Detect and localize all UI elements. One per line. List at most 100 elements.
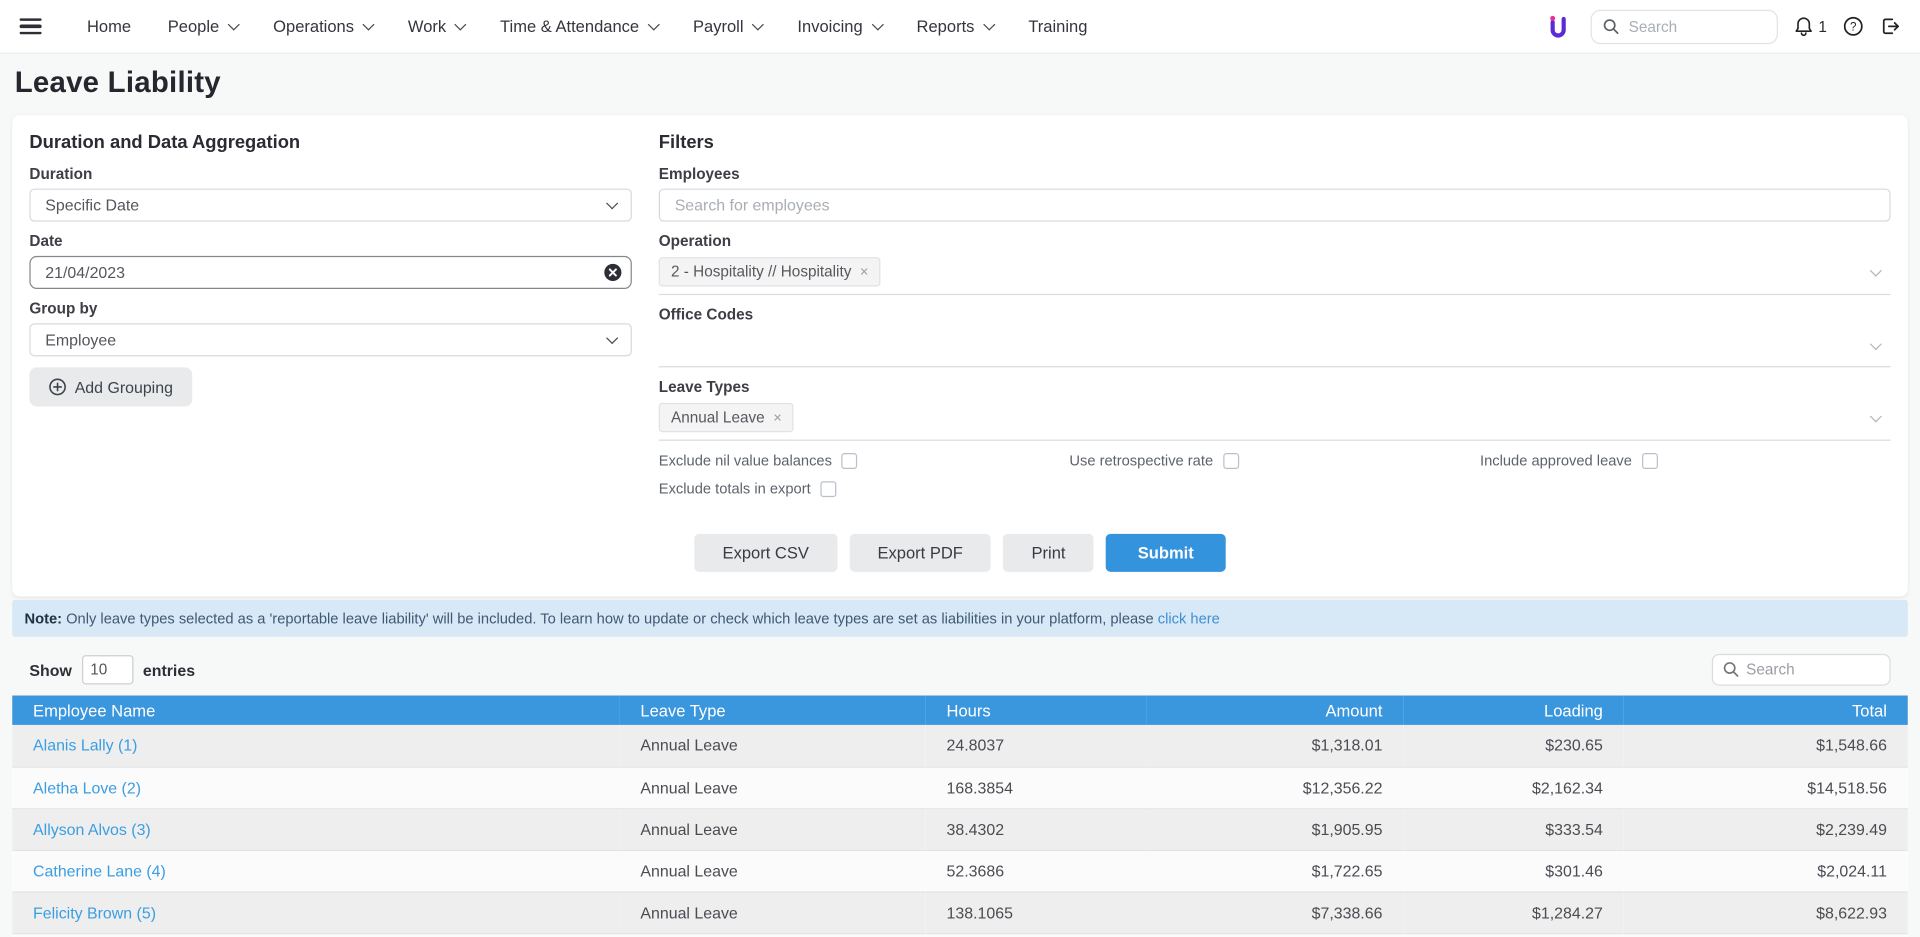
date-input[interactable] (29, 255, 632, 289)
checkbox-label: Include approved leave (1479, 451, 1632, 469)
total-cell: $2,239.49 (1623, 808, 1908, 851)
export-pdf-button[interactable]: Export PDF (849, 533, 992, 572)
table-column-header[interactable]: Amount (1146, 695, 1404, 725)
checkbox-input[interactable] (820, 480, 837, 497)
leave-types-label: Leave Types (658, 378, 750, 396)
filters-section: Filters Employees Operation 2 - Hospital… (658, 132, 1891, 497)
nav-item[interactable]: Payroll (693, 17, 765, 36)
app-logo[interactable] (1544, 12, 1572, 40)
entries-label: entries (142, 660, 196, 679)
loading-cell: $230.65 (1403, 724, 1624, 768)
table-row: Felicity Brown (5) Annual Leave 138.1065… (12, 891, 1908, 934)
loading-cell: $1,284.27 (1403, 891, 1624, 934)
operation-label: Operation (658, 232, 732, 250)
employee-name-link[interactable]: Allyson Alvos (3) (33, 820, 151, 838)
hours-cell: 138.1065 (925, 891, 1147, 934)
nav-item[interactable]: Invoicing (797, 17, 884, 36)
nav-item[interactable]: Training (1028, 17, 1087, 35)
checkbox-label: Exclude nil value balances (658, 451, 832, 469)
top-bar: Home People Operations Work Time & Atten… (0, 0, 1920, 54)
filter-checkbox-row-2: Exclude totals in export (659, 480, 1891, 497)
filter-checkbox[interactable]: Use retrospective rate (1069, 452, 1480, 469)
loading-cell: $2,707.94 (1403, 933, 1624, 937)
chevron-down-icon (982, 18, 996, 31)
nav-item[interactable]: People (168, 17, 240, 36)
leave-type-cell: Annual Leave (619, 724, 926, 768)
table-column-header[interactable]: Hours (925, 695, 1147, 725)
hamburger-menu-icon[interactable] (19, 14, 42, 38)
employee-name-link[interactable]: Felicity Brown (5) (33, 903, 156, 921)
amount-cell: $15,473.97 (1146, 933, 1404, 937)
employees-search-input[interactable] (658, 188, 1891, 222)
note-prefix: Note: (24, 609, 63, 627)
logout-icon (1882, 18, 1899, 35)
table-column-header[interactable]: Leave Type (619, 695, 926, 725)
help-icon: ? (1843, 16, 1863, 36)
date-label: Date (29, 232, 63, 250)
group-by-label: Group by (29, 299, 98, 318)
export-csv-button[interactable]: Export CSV (694, 533, 838, 572)
add-grouping-label: Add Grouping (74, 377, 173, 397)
notifications-button[interactable]: 1 (1794, 16, 1827, 37)
nav-item-label: Operations (273, 17, 355, 36)
table-column-header[interactable]: Employee Name (12, 695, 620, 725)
checkbox-input[interactable] (841, 452, 858, 469)
click-here-link[interactable]: click here (1158, 610, 1220, 627)
table-column-header[interactable]: Loading (1403, 695, 1624, 725)
checkbox-label: Exclude totals in export (658, 479, 811, 498)
operation-tag-label: 2 - Hospitality // Hospitality (671, 263, 852, 281)
leave-type-cell: Annual Leave (619, 849, 926, 893)
nav-item[interactable]: Reports (916, 17, 996, 36)
leave-type-tag: Annual Leave × (658, 402, 795, 433)
remove-tag-icon[interactable]: × (860, 263, 869, 280)
filter-checkbox[interactable]: Exclude totals in export (659, 480, 1070, 497)
nav-item[interactable]: Operations (273, 17, 375, 36)
clear-date-icon[interactable] (604, 263, 622, 287)
table-row: Aletha Love (2) Annual Leave 168.3854 $1… (12, 766, 1908, 809)
hours-cell: 52.3686 (925, 849, 1147, 893)
employee-name-link[interactable]: Aletha Love (2) (33, 778, 141, 796)
checkbox-input[interactable] (1222, 452, 1239, 469)
chevron-down-icon (454, 18, 467, 31)
duration-select[interactable]: Specific Date (29, 188, 632, 222)
operation-multiselect[interactable]: 2 - Hospitality // Hospitality × (658, 256, 1891, 296)
table-row: Haylee Ellis (6) Annual Leave 555.9376 $… (12, 933, 1908, 937)
chevron-down-icon (362, 18, 375, 31)
nav-item-label: Reports (916, 17, 975, 36)
page-title: Leave Liability (14, 66, 221, 100)
checkbox-label: Use retrospective rate (1069, 451, 1214, 469)
search-icon (1723, 662, 1739, 677)
hours-cell: 24.8037 (925, 724, 1147, 768)
nav-item[interactable]: Home (87, 17, 131, 35)
show-label: Show (29, 660, 72, 679)
remove-tag-icon[interactable]: × (773, 409, 782, 426)
loading-cell: $301.46 (1403, 849, 1624, 893)
amount-cell: $1,905.95 (1146, 808, 1404, 851)
help-button[interactable]: ? (1843, 16, 1864, 37)
print-button[interactable]: Print (1003, 533, 1094, 572)
leave-type-tag-label: Annual Leave (671, 408, 765, 427)
entries-count-input[interactable] (81, 655, 134, 685)
logout-button[interactable] (1880, 16, 1901, 37)
table-controls: Show entries (12, 653, 1908, 686)
employee-name-link[interactable]: Alanis Lally (1) (33, 736, 137, 754)
add-grouping-button[interactable]: Add Grouping (29, 367, 193, 407)
filter-checkbox[interactable]: Exclude nil value balances (659, 452, 1070, 469)
group-by-select[interactable]: Employee (29, 323, 632, 357)
nav-item[interactable]: Time & Attendance (500, 17, 660, 36)
checkbox-input[interactable] (1641, 452, 1658, 469)
loading-cell: $333.54 (1403, 808, 1624, 851)
office-codes-multiselect[interactable] (658, 329, 1891, 368)
filter-checkbox[interactable]: Include approved leave (1480, 452, 1891, 469)
amount-cell: $1,318.01 (1146, 724, 1404, 768)
nav-item[interactable]: Work (408, 17, 467, 36)
note-banner: Note: Only leave types selected as a 're… (12, 599, 1908, 637)
submit-button[interactable]: Submit (1105, 533, 1226, 572)
table-column-header[interactable]: Total (1623, 695, 1908, 725)
chevron-down-icon (1869, 338, 1882, 351)
leave-types-multiselect[interactable]: Annual Leave × (658, 402, 1891, 441)
employee-name-link[interactable]: Catherine Lane (4) (33, 861, 166, 879)
table-row: Alanis Lally (1) Annual Leave 24.8037 $1… (12, 724, 1908, 768)
duration-label: Duration (29, 165, 93, 183)
hours-cell: 38.4302 (925, 808, 1147, 851)
